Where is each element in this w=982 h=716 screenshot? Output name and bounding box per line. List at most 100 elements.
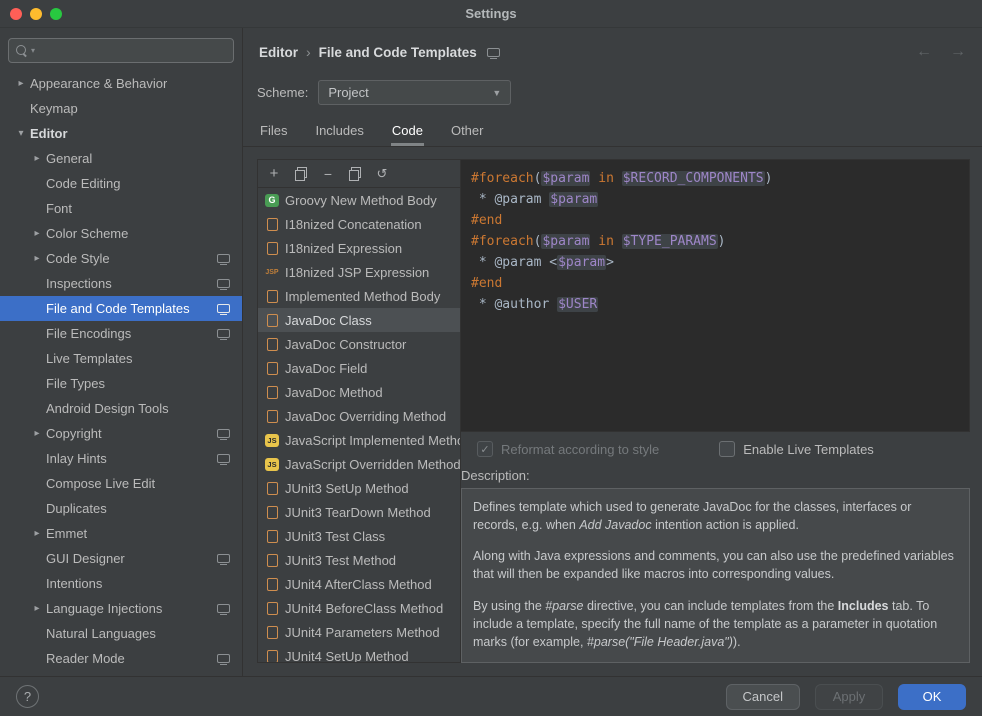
- sidebar-item-inspections[interactable]: Inspections: [0, 271, 242, 296]
- template-label: JUnit4 BeforeClass Method: [285, 601, 443, 616]
- chevron-right-icon[interactable]: ▸: [28, 153, 46, 164]
- chevron-right-icon[interactable]: ▸: [28, 228, 46, 239]
- template-javadoc-overriding-method[interactable]: JavaDoc Overriding Method: [258, 404, 460, 428]
- chevron-right-icon[interactable]: ▸: [28, 528, 46, 539]
- sidebar-item-natural-languages[interactable]: Natural Languages: [0, 621, 242, 646]
- template-label: Groovy New Method Body: [285, 193, 437, 208]
- sidebar-item-label: Duplicates: [46, 501, 107, 516]
- code-line: #foreach($param in $RECORD_COMPONENTS): [471, 168, 959, 189]
- sidebar-item-font[interactable]: Font: [0, 196, 242, 221]
- minimize-window-button[interactable]: [30, 8, 42, 20]
- sidebar-item-general[interactable]: ▸General: [0, 146, 242, 171]
- template-junit3-setup-method[interactable]: JUnit3 SetUp Method: [258, 476, 460, 500]
- template-junit3-test-method[interactable]: JUnit3 Test Method: [258, 548, 460, 572]
- template-i18nized-jsp-expression[interactable]: JSPI18nized JSP Expression: [258, 260, 460, 284]
- ok-button[interactable]: OK: [898, 684, 966, 710]
- duplicate-template-button[interactable]: [348, 167, 362, 181]
- template-javadoc-class[interactable]: JavaDoc Class: [258, 308, 460, 332]
- remove-template-button[interactable]: [321, 167, 335, 181]
- sidebar-item-emmet[interactable]: ▸Emmet: [0, 521, 242, 546]
- chevron-right-icon[interactable]: ▸: [12, 78, 30, 89]
- file-template-icon: [265, 385, 279, 399]
- sidebar-item-label: File Encodings: [46, 326, 131, 341]
- sidebar-item-code-editing[interactable]: Code Editing: [0, 171, 242, 196]
- close-window-button[interactable]: [10, 8, 22, 20]
- sidebar-item-color-scheme[interactable]: ▸Color Scheme: [0, 221, 242, 246]
- template-i18nized-expression[interactable]: I18nized Expression: [258, 236, 460, 260]
- sidebar-item-keymap[interactable]: Keymap: [0, 96, 242, 121]
- template-i18nized-concatenation[interactable]: I18nized Concatenation: [258, 212, 460, 236]
- settings-search-input[interactable]: ▾: [8, 38, 234, 63]
- live-templates-label: Enable Live Templates: [743, 442, 874, 457]
- breadcrumb-parent[interactable]: Editor: [259, 45, 298, 60]
- template-javascript-implemented-method[interactable]: JSJavaScript Implemented Method: [258, 428, 460, 452]
- sidebar-item-file-and-code-templates[interactable]: File and Code Templates: [0, 296, 242, 321]
- sidebar-item-gui-designer[interactable]: GUI Designer: [0, 546, 242, 571]
- code-line: * @author $USER: [471, 294, 959, 315]
- scheme-label: Scheme:: [257, 85, 308, 100]
- tab-code[interactable]: Code: [391, 118, 424, 146]
- sidebar-item-language-injections[interactable]: ▸Language Injections: [0, 596, 242, 621]
- code-line: * @param <$param>: [471, 252, 959, 273]
- description-panel[interactable]: Defines template which used to generate …: [461, 488, 970, 663]
- chevron-right-icon[interactable]: ▸: [28, 428, 46, 439]
- settings-window: Settings ▾ ▸Appearance & BehaviorKeymap▾…: [0, 0, 982, 716]
- chevron-down-icon[interactable]: ▾: [12, 128, 30, 139]
- template-label: I18nized Expression: [285, 241, 402, 256]
- sidebar-item-duplicates[interactable]: Duplicates: [0, 496, 242, 521]
- cancel-button[interactable]: Cancel: [726, 684, 800, 710]
- template-javadoc-constructor[interactable]: JavaDoc Constructor: [258, 332, 460, 356]
- sidebar-item-reader-mode[interactable]: Reader Mode: [0, 646, 242, 671]
- live-templates-checkbox[interactable]: [719, 441, 735, 457]
- chevron-right-icon[interactable]: ▸: [28, 253, 46, 264]
- template-implemented-method-body[interactable]: Implemented Method Body: [258, 284, 460, 308]
- template-junit4-afterclass-method[interactable]: JUnit4 AfterClass Method: [258, 572, 460, 596]
- chevron-right-icon[interactable]: ▸: [28, 603, 46, 614]
- tab-includes[interactable]: Includes: [314, 118, 364, 146]
- sidebar-item-label: Inspections: [46, 276, 112, 291]
- sidebar-item-file-encodings[interactable]: File Encodings: [0, 321, 242, 346]
- sidebar-item-editor[interactable]: ▾Editor: [0, 121, 242, 146]
- sidebar-item-android-design-tools[interactable]: Android Design Tools: [0, 396, 242, 421]
- template-label: JavaDoc Method: [285, 385, 383, 400]
- sidebar-item-live-templates[interactable]: Live Templates: [0, 346, 242, 371]
- add-template-button[interactable]: [267, 167, 281, 181]
- sidebar-item-compose-live-edit[interactable]: Compose Live Edit: [0, 471, 242, 496]
- sidebar-item-appearance-behavior[interactable]: ▸Appearance & Behavior: [0, 71, 242, 96]
- sidebar-item-label: General: [46, 151, 92, 166]
- window-controls: [10, 0, 62, 28]
- template-javadoc-field[interactable]: JavaDoc Field: [258, 356, 460, 380]
- template-junit4-parameters-method[interactable]: JUnit4 Parameters Method: [258, 620, 460, 644]
- tab-other[interactable]: Other: [450, 118, 485, 146]
- sidebar-item-copyright[interactable]: ▸Copyright: [0, 421, 242, 446]
- forward-arrow-icon[interactable]: →: [950, 43, 966, 61]
- back-arrow-icon[interactable]: ←: [916, 43, 932, 61]
- template-groovy-new-method-body[interactable]: GGroovy New Method Body: [258, 188, 460, 212]
- file-template-icon: [265, 601, 279, 615]
- template-junit3-test-class[interactable]: JUnit3 Test Class: [258, 524, 460, 548]
- apply-button[interactable]: Apply: [815, 684, 883, 710]
- template-javadoc-method[interactable]: JavaDoc Method: [258, 380, 460, 404]
- tab-files[interactable]: Files: [259, 118, 288, 146]
- sidebar-item-file-types[interactable]: File Types: [0, 371, 242, 396]
- template-javascript-overridden-method[interactable]: JSJavaScript Overridden Method: [258, 452, 460, 476]
- template-junit4-beforeclass-method[interactable]: JUnit4 BeforeClass Method: [258, 596, 460, 620]
- sidebar-item-code-style[interactable]: ▸Code Style: [0, 246, 242, 271]
- description-label: Description:: [461, 468, 968, 483]
- template-junit4-setup-method[interactable]: JUnit4 SetUp Method: [258, 644, 460, 662]
- search-options-chevron-icon[interactable]: ▾: [31, 47, 35, 55]
- code-line: #foreach($param in $TYPE_PARAMS): [471, 231, 959, 252]
- scheme-select[interactable]: Project ▼: [318, 80, 511, 105]
- reset-template-button[interactable]: [375, 167, 389, 181]
- template-list-toolbar: [258, 160, 460, 188]
- sidebar-item-intentions[interactable]: Intentions: [0, 571, 242, 596]
- sidebar-item-label: Live Templates: [46, 351, 132, 366]
- template-label: I18nized Concatenation: [285, 217, 422, 232]
- help-button[interactable]: ?: [16, 685, 39, 708]
- template-editor[interactable]: #foreach($param in $RECORD_COMPONENTS) *…: [461, 159, 970, 432]
- copy-template-button[interactable]: [294, 167, 308, 181]
- template-junit3-teardown-method[interactable]: JUnit3 TearDown Method: [258, 500, 460, 524]
- reformat-checkbox[interactable]: [477, 441, 493, 457]
- zoom-window-button[interactable]: [50, 8, 62, 20]
- sidebar-item-inlay-hints[interactable]: Inlay Hints: [0, 446, 242, 471]
